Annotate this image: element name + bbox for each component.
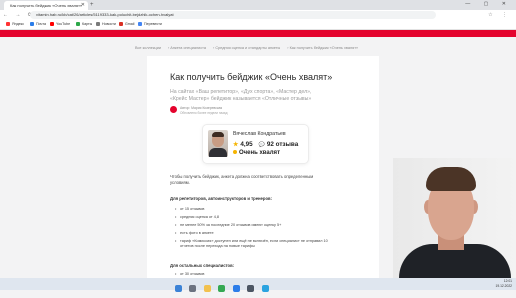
list-item: тариф «Комиссия» доступен или ещё не вкл… bbox=[175, 239, 335, 249]
window-controls[interactable]: — ▢ ✕ bbox=[465, 0, 512, 9]
store-icon[interactable] bbox=[247, 285, 255, 293]
url-text: vitamin.hab.ru/kb/cat/26/articles/511933… bbox=[36, 12, 174, 17]
specialist-badge-card: Вячеслав Кондратьев ★ 4,95 💬 92 отзыва Очен… bbox=[203, 125, 308, 163]
bookmark-news[interactable]: Новости bbox=[96, 20, 116, 29]
chrome-icon[interactable] bbox=[218, 285, 226, 293]
list-item: от 15 отзывов bbox=[175, 207, 335, 212]
bookmarks-bar: Яндекс Почта YouTube Карты Новости Gmail… bbox=[0, 20, 516, 30]
yandex-icon bbox=[6, 22, 10, 27]
clock-date: 19.12.2022 bbox=[495, 283, 512, 288]
bookmark-translate[interactable]: Перевести bbox=[138, 20, 162, 29]
webcam-overlay bbox=[393, 158, 516, 278]
section-title-others: Для остальных специалистов: bbox=[170, 263, 235, 268]
list-item: есть фото в анкете bbox=[175, 231, 335, 236]
site-header-bar bbox=[0, 30, 516, 37]
os-taskbar: 12:01 19.12.2022 bbox=[0, 278, 516, 293]
article-intro: Чтобы получить бейджик, анкета должна со… bbox=[170, 174, 314, 185]
breadcrumb-item[interactable]: Все коллекции bbox=[135, 46, 161, 50]
section-title-tutors: Для репетиторов, автоинструкторов и трен… bbox=[170, 196, 272, 201]
new-tab-icon[interactable]: + bbox=[90, 1, 94, 9]
news-icon bbox=[96, 22, 100, 27]
reviews-count: 92 отзыва bbox=[266, 141, 299, 148]
list-item: не менее 50% за последние 20 отзывов име… bbox=[175, 223, 335, 228]
address-bar-row: ← → ⟳ vitamin.hab.ru/kb/cat/26/articles/… bbox=[0, 10, 516, 20]
author-avatar bbox=[170, 106, 177, 113]
youtube-icon bbox=[50, 22, 54, 27]
bookmark-yandex[interactable]: Яндекс bbox=[6, 20, 24, 29]
start-icon[interactable] bbox=[175, 285, 182, 293]
explorer-icon[interactable] bbox=[203, 285, 211, 293]
browser-tab[interactable]: Как получить бейджик «Очень хвалят» ✕ bbox=[4, 1, 88, 10]
bookmark-gmail[interactable]: Gmail bbox=[119, 20, 134, 29]
requirements-list-tutors: от 15 отзывов средняя оценка от 4,8 не м… bbox=[175, 207, 335, 252]
praise-badge: Очень хвалят bbox=[233, 150, 280, 156]
specialist-photo bbox=[208, 130, 228, 157]
requirements-list-others: от 30 отзывов bbox=[175, 272, 204, 277]
system-clock[interactable]: 12:01 19.12.2022 bbox=[495, 279, 512, 288]
list-item: средняя оценка от 4,8 bbox=[175, 215, 335, 220]
tab-title: Как получить бейджик «Очень хвалят» bbox=[10, 3, 83, 8]
maps-icon bbox=[76, 22, 80, 27]
praise-icon bbox=[233, 150, 237, 155]
breadcrumb-item[interactable]: Средняя оценка и стандарты анкеты bbox=[215, 46, 280, 50]
search-icon[interactable] bbox=[189, 285, 197, 293]
tab-close-icon[interactable]: ✕ bbox=[81, 1, 85, 10]
list-item: от 30 отзывов bbox=[175, 272, 204, 277]
page-title: Как получить бейджик «Очень хвалят» bbox=[170, 72, 333, 82]
translate-icon bbox=[138, 22, 142, 27]
updated-text: Обновлено более недели назад bbox=[180, 111, 228, 115]
taskbar-apps bbox=[175, 280, 272, 298]
mail-icon[interactable] bbox=[232, 285, 240, 293]
mail-icon bbox=[30, 22, 34, 27]
author-name: Автор: Мария Кизеревская bbox=[180, 106, 223, 110]
breadcrumb-current: Как получить бейджик «Очень хвалят» bbox=[289, 46, 359, 50]
specialist-name: Вячеслав Кондратьев bbox=[233, 131, 286, 137]
rating-value: 4,95 bbox=[240, 141, 253, 148]
bookmark-youtube[interactable]: YouTube bbox=[50, 20, 70, 29]
telegram-icon[interactable] bbox=[261, 285, 269, 293]
rating-row: ★ 4,95 💬 92 отзыва bbox=[233, 141, 298, 148]
reviews-icon: 💬 bbox=[258, 142, 265, 148]
browser-tab-strip: Как получить бейджик «Очень хвалят» ✕ + … bbox=[0, 0, 516, 10]
breadcrumb-item[interactable]: Анкета специалиста bbox=[170, 46, 206, 50]
praise-label: Очень хвалят bbox=[239, 150, 281, 156]
star-icon: ★ bbox=[233, 142, 239, 148]
gmail-icon bbox=[119, 22, 123, 27]
browser-menu-icons[interactable]: ☆ ⋮ bbox=[488, 10, 511, 20]
url-input[interactable]: vitamin.hab.ru/kb/cat/26/articles/511933… bbox=[30, 11, 436, 19]
breadcrumb: Все коллекции › Анкета специалиста › Средн… bbox=[135, 46, 359, 50]
article-lead: На сайтах «Ваш репетитор», «Дух спорта»,… bbox=[170, 89, 312, 102]
bookmark-mail[interactable]: Почта bbox=[30, 20, 46, 29]
bookmark-maps[interactable]: Карты bbox=[76, 20, 92, 29]
